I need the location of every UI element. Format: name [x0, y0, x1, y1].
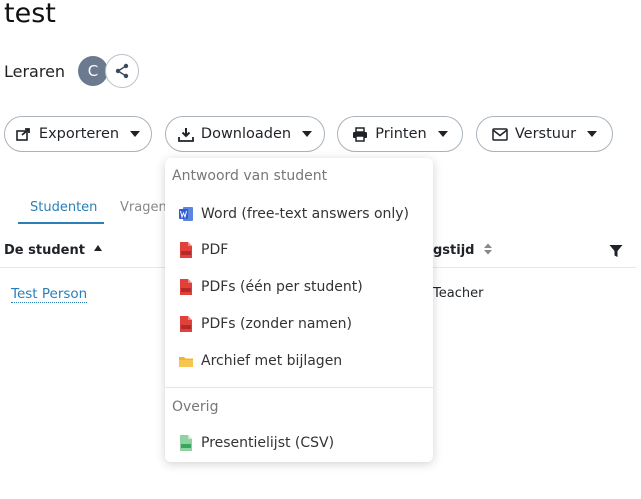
print-label: Printen — [375, 126, 427, 142]
download-label: Downloaden — [200, 126, 292, 142]
envelope-icon — [492, 127, 508, 141]
page-title: test — [4, 0, 56, 29]
sort-icon — [484, 243, 493, 255]
word-icon — [179, 207, 193, 221]
chevron-down-icon — [437, 131, 448, 137]
dropdown-section-other: Overig — [172, 399, 219, 415]
menu-item-attendance-csv[interactable]: Presentielijst (CSV) — [179, 433, 334, 453]
export-label: Exporteren — [38, 126, 120, 142]
download-button[interactable]: Downloaden — [165, 116, 325, 152]
send-label: Verstuur — [514, 126, 577, 142]
student-name-link[interactable]: Test Person — [11, 286, 88, 303]
active-tab-indicator — [18, 222, 104, 224]
export-button[interactable]: Exporteren — [4, 116, 152, 152]
chevron-down-icon — [587, 131, 598, 137]
dropdown-section-student-answers: Antwoord van student — [172, 168, 328, 184]
menu-item-pdfs-per-student[interactable]: PDFs (één per student) — [179, 277, 363, 297]
chevron-down-icon — [130, 131, 141, 137]
menu-item-pdfs-anonymous[interactable]: PDFs (zonder namen) — [179, 314, 352, 334]
folder-icon — [179, 357, 193, 367]
dropdown-divider — [165, 387, 433, 388]
tab-students[interactable]: Studenten — [30, 200, 97, 215]
menu-item-word[interactable]: Word (free-text answers only) — [179, 204, 409, 224]
student-role-cell: Teacher — [433, 286, 484, 301]
export-icon — [16, 128, 30, 141]
download-icon — [178, 127, 194, 142]
print-button[interactable]: Printen — [337, 116, 463, 152]
pdf-icon — [180, 316, 192, 332]
printer-icon — [353, 126, 368, 142]
column-header-student[interactable]: De student — [4, 243, 103, 258]
chevron-down-icon — [302, 131, 313, 137]
tab-questions[interactable]: Vragen — [120, 200, 167, 215]
menu-item-archive[interactable]: Archief met bijlagen — [179, 351, 342, 371]
send-button[interactable]: Verstuur — [476, 116, 613, 152]
teachers-label: Leraren — [4, 62, 66, 81]
menu-item-pdf[interactable]: PDF — [179, 240, 228, 260]
column-header-time[interactable]: gstijd — [433, 243, 493, 258]
share-icon — [115, 63, 129, 79]
download-dropdown-menu: Antwoord van student Word (free-text ans… — [165, 158, 433, 462]
share-button[interactable] — [105, 54, 139, 88]
pdf-icon — [180, 242, 192, 258]
avatar[interactable]: C — [78, 56, 108, 86]
filter-icon[interactable] — [609, 244, 623, 258]
sort-asc-icon — [94, 245, 103, 251]
pdf-icon — [180, 279, 192, 295]
csv-icon — [180, 435, 192, 451]
